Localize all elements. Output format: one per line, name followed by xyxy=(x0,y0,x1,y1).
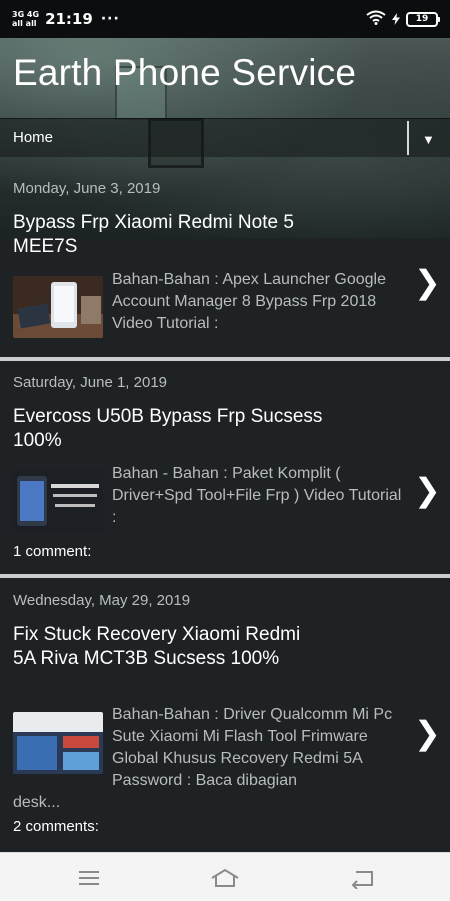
post-comments-link[interactable]: 2 comments: xyxy=(13,818,99,835)
dropdown-caret-icon[interactable]: ▼ xyxy=(422,132,435,147)
nav-divider xyxy=(407,121,409,155)
home-icon[interactable] xyxy=(210,867,240,889)
nav-bar: Home ▼ xyxy=(0,118,450,157)
chevron-right-icon[interactable]: ❯ xyxy=(414,471,441,509)
status-time: 21:19 xyxy=(45,10,93,28)
post-thumbnail[interactable] xyxy=(13,470,103,532)
nav-home-link[interactable]: Home xyxy=(13,129,53,146)
battery-level: 19 xyxy=(415,14,429,24)
post-separator xyxy=(0,574,450,578)
post-item[interactable]: Monday, June 3, 2019 Bypass Frp Xiaomi R… xyxy=(0,178,450,360)
battery-icon: 19 xyxy=(406,11,440,27)
wifi-icon xyxy=(366,10,386,29)
chevron-right-icon[interactable]: ❯ xyxy=(414,714,441,752)
post-date: Wednesday, May 29, 2019 xyxy=(13,592,191,609)
back-icon[interactable] xyxy=(348,867,378,890)
site-title[interactable]: Earth Phone Service xyxy=(13,52,356,94)
status-bar: 3G 4G all all 21:19 ··· 19 xyxy=(0,0,450,38)
charging-icon xyxy=(392,10,400,29)
system-navigation-bar xyxy=(0,852,450,901)
post-separator xyxy=(0,357,450,361)
post-title[interactable]: Fix Stuck Recovery Xiaomi Redmi 5A Riva … xyxy=(13,623,303,671)
post-thumbnail[interactable] xyxy=(13,712,103,774)
post-snippet: Bahan-Bahan : Apex Launcher Google Accou… xyxy=(112,271,386,332)
signal-icon: 3G 4G all all xyxy=(12,10,40,28)
post-snippet: Bahan - Bahan : Paket Komplit ( Driver+S… xyxy=(112,465,402,526)
more-notifications-icon: ··· xyxy=(100,11,120,27)
post-title[interactable]: Evercoss U50B Bypass Frp Sucsess 100% xyxy=(13,405,343,453)
post-title[interactable]: Bypass Frp Xiaomi Redmi Note 5 MEE7S xyxy=(13,211,343,259)
post-item[interactable]: Wednesday, May 29, 2019 Fix Stuck Recove… xyxy=(0,590,450,850)
post-snippet-continued: desk... xyxy=(13,794,61,811)
post-item[interactable]: Saturday, June 1, 2019 Evercoss U50B Byp… xyxy=(0,372,450,575)
post-snippet: Bahan-Bahan : Driver Qualcomm Mi Pc Sute… xyxy=(112,706,393,789)
post-thumbnail[interactable] xyxy=(13,276,103,338)
menu-icon[interactable] xyxy=(74,867,104,889)
post-date: Monday, June 3, 2019 xyxy=(13,180,161,197)
chevron-right-icon[interactable]: ❯ xyxy=(414,263,441,301)
post-date: Saturday, June 1, 2019 xyxy=(13,374,167,391)
post-comments-link[interactable]: 1 comment: xyxy=(13,543,91,560)
